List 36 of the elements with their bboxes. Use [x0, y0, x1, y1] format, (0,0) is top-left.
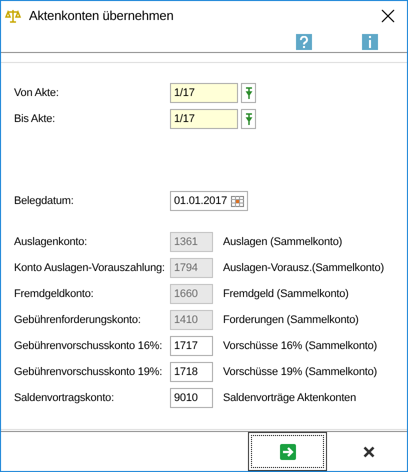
field-label: Gebührenvorschusskonto 19%: [14, 364, 164, 380]
account-description: Auslagen (Sammelkonto) [223, 234, 342, 250]
calendar-icon[interactable] [231, 196, 244, 206]
field-label: Gebührenforderungskonto: [14, 312, 142, 328]
account-description: Saldenvorträge Aktenkonten [223, 390, 356, 406]
arrow-icon [280, 444, 296, 460]
pin-icon [244, 87, 252, 99]
field-label: Bis Akte: [14, 112, 56, 127]
akte-field[interactable]: 1/17 [170, 83, 238, 103]
field-label: Saldenvortragskonto: [14, 390, 115, 406]
account-description: Auslagen-Vorausz.(Sammelkonto) [223, 260, 384, 276]
account-field[interactable]: 1718 [170, 362, 213, 382]
pin-icon [244, 113, 252, 125]
account-description: Fremdgeld (Sammelkonto) [223, 286, 349, 302]
field-label: Gebührenvorschusskonto 16%: [14, 338, 164, 354]
akte-field[interactable]: 1/17 [170, 109, 238, 129]
info-icon[interactable] [362, 34, 378, 50]
close-icon [363, 446, 375, 458]
close-icon [381, 9, 395, 23]
pin-button[interactable] [241, 109, 256, 129]
date-field[interactable]: 01.01.2017 [170, 191, 248, 211]
field-label: Von Akte: [14, 86, 60, 101]
account-field[interactable]: 1717 [170, 336, 213, 356]
account-description: Vorschüsse 19% (Sammelkonto) [223, 364, 377, 380]
field-label: Belegdatum: [14, 194, 75, 209]
window-title: Aktenkonten übernehmen [29, 7, 174, 26]
ok-button[interactable] [248, 432, 327, 471]
account-description: Forderungen (Sammelkonto) [223, 312, 359, 328]
field-label: Fremdgeldkonto: [14, 286, 95, 302]
account-description: Vorschüsse 16% (Sammelkonto) [223, 338, 377, 354]
field-label: Konto Auslagen-Vorauszahlung: [14, 260, 166, 276]
help-icon[interactable] [296, 34, 312, 50]
field-label: Auslagenkonto: [14, 234, 88, 250]
scales-icon [5, 8, 21, 24]
account-field[interactable]: 9010 [170, 388, 213, 408]
pin-button[interactable] [241, 83, 256, 103]
